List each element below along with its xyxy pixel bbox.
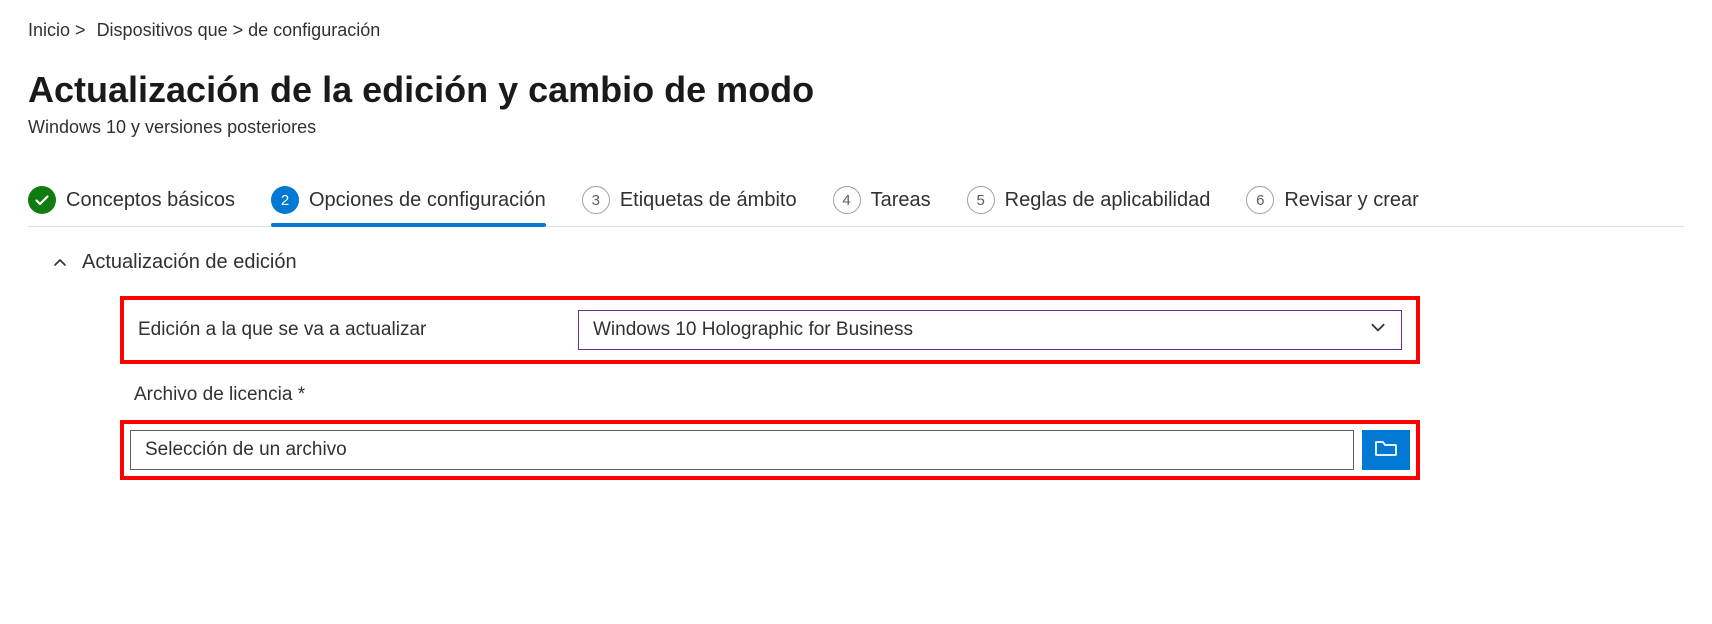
- wizard-step-label: Etiquetas de ámbito: [620, 189, 797, 212]
- license-file-input[interactable]: Selección de un archivo: [130, 430, 1354, 470]
- wizard-step-basics[interactable]: Conceptos básicos: [28, 186, 235, 226]
- page-title: Actualización de la edición y cambio de …: [28, 69, 1684, 111]
- page-subtitle: Windows 10 y versiones posteriores: [28, 117, 1684, 138]
- step-number-icon: 3: [582, 186, 610, 214]
- breadcrumb-item[interactable]: Dispositivos que > de configuración: [97, 20, 381, 40]
- step-number-icon: 4: [833, 186, 861, 214]
- wizard-step-label: Reglas de aplicabilidad: [1005, 189, 1211, 212]
- wizard-step-scope-tags[interactable]: 3 Etiquetas de ámbito: [582, 186, 797, 226]
- checkmark-icon: [28, 186, 56, 214]
- wizard-steps: Conceptos básicos 2 Opciones de configur…: [28, 186, 1684, 227]
- wizard-step-label: Revisar y crear: [1284, 189, 1418, 212]
- step-number-icon: 6: [1246, 186, 1274, 214]
- section-header[interactable]: Actualización de edición: [52, 251, 1684, 274]
- license-file-label: Archivo de licencia *: [134, 384, 1684, 406]
- license-file-highlight: Selección de un archivo: [120, 420, 1420, 480]
- wizard-step-assignments[interactable]: 4 Tareas: [833, 186, 931, 226]
- wizard-step-label: Opciones de configuración: [309, 189, 546, 212]
- breadcrumb: Inicio > Dispositivos que > de configura…: [28, 20, 1684, 41]
- edition-dropdown[interactable]: Windows 10 Holographic for Business: [578, 310, 1402, 350]
- wizard-step-label: Tareas: [871, 189, 931, 212]
- section-title: Actualización de edición: [82, 251, 297, 274]
- edition-field-highlight: Edición a la que se va a actualizar Wind…: [120, 296, 1420, 364]
- license-file-placeholder: Selección de un archivo: [145, 439, 347, 461]
- edition-field-label: Edición a la que se va a actualizar: [138, 319, 578, 341]
- wizard-step-label: Conceptos básicos: [66, 189, 235, 212]
- breadcrumb-item[interactable]: Inicio >: [28, 20, 86, 40]
- section-edition-upgrade: Actualización de edición Edición a la qu…: [28, 251, 1684, 480]
- wizard-step-applicability[interactable]: 5 Reglas de aplicabilidad: [967, 186, 1211, 226]
- edition-dropdown-value: Windows 10 Holographic for Business: [593, 319, 913, 341]
- chevron-up-icon: [52, 255, 68, 271]
- step-number-icon: 2: [271, 186, 299, 214]
- chevron-down-icon: [1369, 318, 1387, 342]
- wizard-step-review[interactable]: 6 Revisar y crear: [1246, 186, 1418, 226]
- wizard-step-configuration[interactable]: 2 Opciones de configuración: [271, 186, 546, 226]
- folder-icon: [1375, 439, 1397, 462]
- step-number-icon: 5: [967, 186, 995, 214]
- browse-file-button[interactable]: [1362, 430, 1410, 470]
